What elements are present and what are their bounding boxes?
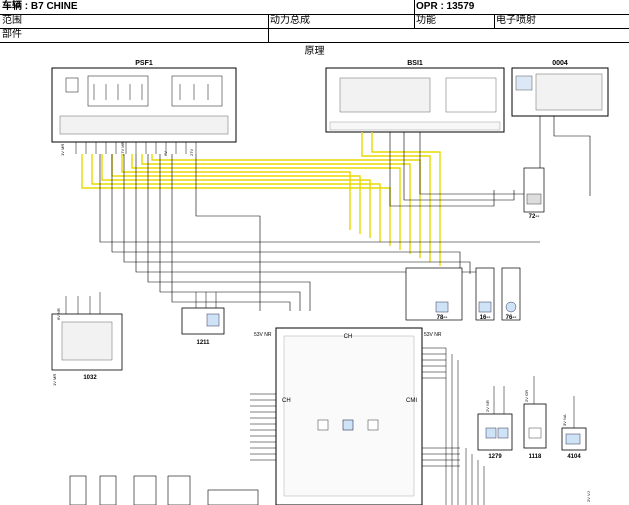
header-row-2: 范围 动力总成 功能 电子喷射: [0, 14, 629, 29]
c1vmr-label: 1V MR: [52, 374, 57, 386]
wiring-diagram: PSF1 BSI1 0004 1V MR 27V MR 6V 27V 78-- …: [51, 60, 609, 505]
c1211-label: 1211: [196, 340, 210, 346]
svg-text:1V MR: 1V MR: [60, 144, 65, 156]
header-row-3: 部件: [0, 28, 629, 43]
c1032-component: 1032: [51, 292, 123, 381]
c1032-label: 1032: [83, 375, 97, 381]
c72-label: 72--: [529, 214, 540, 220]
vr53-left-label: 53V NR: [254, 332, 272, 338]
bottom-left-connectors: [69, 475, 259, 505]
assembly-label: 动力总成: [270, 15, 310, 26]
c1118-label: 1118: [529, 454, 542, 460]
c16-label: 16--: [480, 315, 491, 321]
function-label: 功能: [416, 15, 436, 26]
svg-text:27V: 27V: [189, 149, 194, 156]
c72-component: 72--: [523, 167, 545, 220]
c2vvj-label: 2V VJ: [586, 491, 591, 502]
cmi-ecu-component: CH CH CMI 53V NR 53V NR: [254, 327, 442, 505]
ch-left-label: CH: [282, 398, 291, 404]
psf1-label: PSF1: [135, 60, 153, 67]
bsi1-label: BSI1: [407, 60, 423, 67]
header-row-1: 车辆 : B7 CHINE OPR : 13579: [0, 0, 629, 15]
diagram-title: 原理: [304, 46, 325, 57]
vr53-right-label: 53V NR: [424, 332, 442, 338]
c3vna-label: 3V NA: [562, 414, 567, 426]
c1118-component: 1118 2V GR: [523, 390, 547, 460]
c1211-component: 1211: [181, 292, 225, 346]
c0004-component: 0004: [511, 60, 609, 117]
cmi-label: CMI: [406, 398, 417, 404]
connector-group-right: 78-- 16-- 76--: [405, 267, 521, 321]
c2vgr-label: 2V GR: [524, 390, 529, 402]
svg-text:6V: 6V: [163, 151, 168, 156]
c0004-label: 0004: [552, 60, 568, 67]
vehicle-label: 车辆 : B7 CHINE: [2, 1, 78, 12]
scope-label: 范围: [2, 15, 22, 26]
c76-label: 76--: [506, 315, 517, 321]
c6vnr-label: 6V NR: [56, 308, 61, 320]
c1279-label: 1279: [488, 454, 502, 460]
c4104-label: 4104: [567, 454, 581, 460]
opr-label: OPR : 13579: [416, 1, 475, 12]
bsi1-component: BSI1: [325, 60, 505, 133]
function-value: 电子喷射: [496, 15, 536, 26]
c2vnr-label: 2V NR: [485, 400, 490, 412]
ch-top-label: CH: [344, 334, 353, 340]
c78-label: 78--: [437, 315, 448, 321]
svg-text:27V MR: 27V MR: [120, 141, 125, 156]
psf1-component: PSF1: [51, 60, 237, 143]
part-label: 部件: [2, 29, 22, 40]
c1279-component: 1279 2V NR: [477, 400, 513, 460]
